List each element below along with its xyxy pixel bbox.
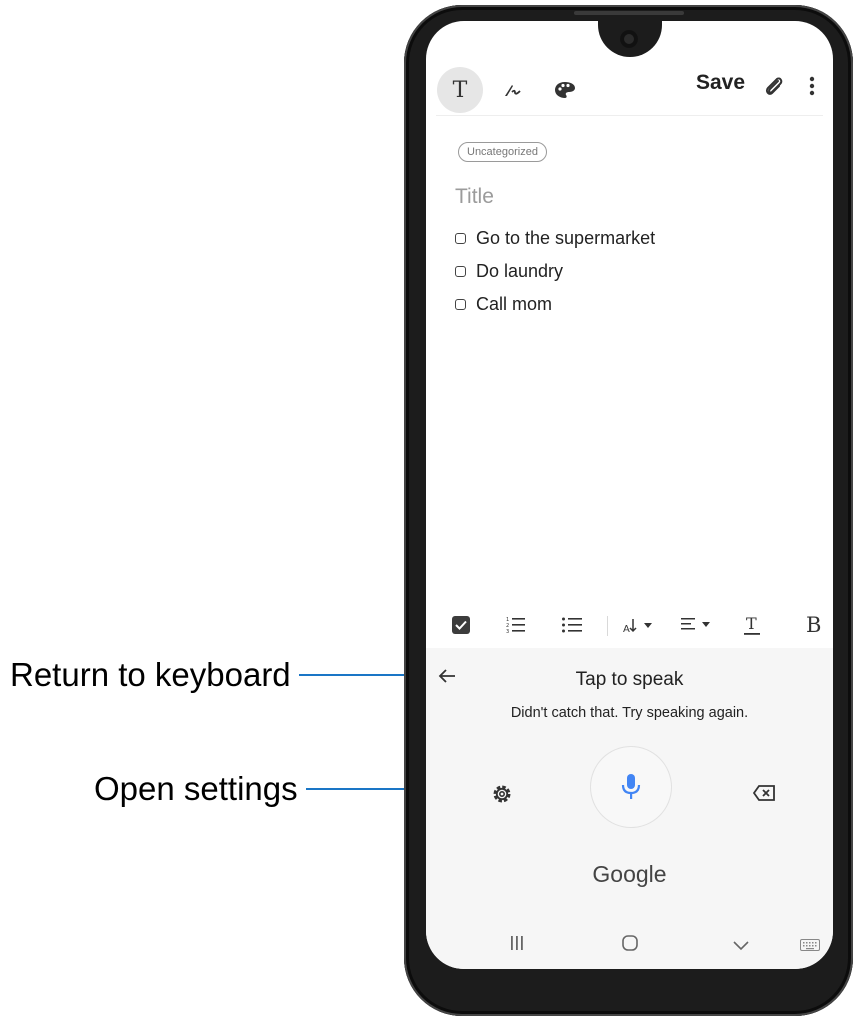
callout-label: Open settings — [94, 770, 298, 807]
text-color-button[interactable]: T — [744, 614, 760, 641]
recent-apps-icon — [511, 936, 523, 950]
backspace-icon — [752, 785, 775, 801]
callout-line — [298, 674, 404, 676]
svg-text:T: T — [746, 614, 757, 633]
home-icon — [622, 935, 638, 951]
handwriting-pen-icon — [505, 85, 521, 96]
voice-heading: Tap to speak — [575, 669, 684, 690]
checklist-item-text: Go to the supermarket — [476, 228, 656, 248]
font-size-button[interactable]: A — [623, 616, 655, 639]
callout-return-to-keyboard: Return to keyboard — [10, 656, 404, 694]
front-camera — [620, 30, 638, 48]
category-chip[interactable]: Uncategorized — [458, 142, 547, 162]
format-toolbar: 1 2 3 A T B — [426, 606, 833, 648]
attach-icon — [765, 77, 783, 95]
text-mode-button[interactable]: T — [437, 67, 483, 113]
voice-settings-button[interactable] — [491, 783, 513, 810]
numbered-list-button[interactable]: 1 2 3 — [506, 616, 526, 639]
checkbox-icon[interactable] — [455, 266, 466, 277]
bold-button[interactable]: B — [806, 613, 821, 637]
voice-input-panel: Tap to speak Didn't catch that. Try spea… — [426, 648, 833, 969]
align-icon — [681, 618, 710, 630]
chevron-down-icon — [733, 941, 749, 951]
callout-label: Return to keyboard — [10, 656, 291, 693]
app-toolbar: T Save — [426, 61, 833, 113]
attach-button[interactable] — [764, 75, 784, 102]
phone-screen: T Save Uncategorized Title Go to the sup… — [426, 21, 833, 969]
checklist-item[interactable]: Do laundry — [455, 261, 563, 282]
checklist-item-text: Do laundry — [476, 261, 564, 281]
home-button[interactable] — [622, 935, 638, 956]
gear-icon — [493, 785, 511, 803]
phone-frame: T Save Uncategorized Title Go to the sup… — [404, 5, 853, 1016]
voice-hint: Didn't catch that. Try speaking again. — [510, 705, 749, 721]
keyboard-icon — [800, 939, 820, 951]
align-button[interactable] — [681, 617, 713, 638]
drawing-mode-button[interactable] — [542, 67, 588, 113]
text-mode-label: T — [452, 77, 468, 103]
mic-icon — [621, 774, 641, 799]
delete-button[interactable] — [752, 785, 775, 806]
phone-top-seam — [574, 11, 684, 15]
display-notch — [598, 21, 662, 57]
system-nav-bar — [426, 923, 833, 969]
toolbar-divider — [436, 115, 823, 116]
checkbox-icon — [452, 616, 470, 634]
checkbox-icon[interactable] — [455, 299, 466, 310]
more-options-button[interactable] — [809, 75, 815, 102]
google-wordmark: Google — [592, 861, 667, 887]
save-button[interactable]: Save — [696, 71, 745, 95]
bulleted-list-icon — [562, 617, 582, 633]
svg-text:3: 3 — [506, 629, 509, 634]
hide-keyboard-button[interactable] — [733, 938, 749, 956]
recent-apps-button[interactable] — [510, 935, 524, 956]
handwriting-mode-button[interactable] — [490, 67, 536, 113]
checklist-item[interactable]: Call mom — [455, 294, 552, 315]
palette-icon — [555, 82, 575, 98]
font-size-icon: A — [623, 619, 652, 635]
checklist-item-text: Call mom — [476, 294, 553, 314]
svg-text:A: A — [623, 624, 630, 634]
text-color-icon: T — [744, 614, 760, 635]
format-divider — [607, 616, 608, 636]
mic-button[interactable] — [591, 747, 671, 827]
keyboard-switch-button[interactable] — [800, 938, 820, 956]
checklist-item[interactable]: Go to the supermarket — [455, 228, 655, 249]
checkbox-icon[interactable] — [455, 233, 466, 244]
checklist-toggle-button[interactable] — [452, 616, 470, 639]
more-options-icon — [809, 76, 815, 96]
bulleted-list-button[interactable] — [562, 616, 582, 639]
note-title-field[interactable]: Title — [455, 185, 494, 209]
numbered-list-icon: 1 2 3 — [506, 617, 525, 635]
